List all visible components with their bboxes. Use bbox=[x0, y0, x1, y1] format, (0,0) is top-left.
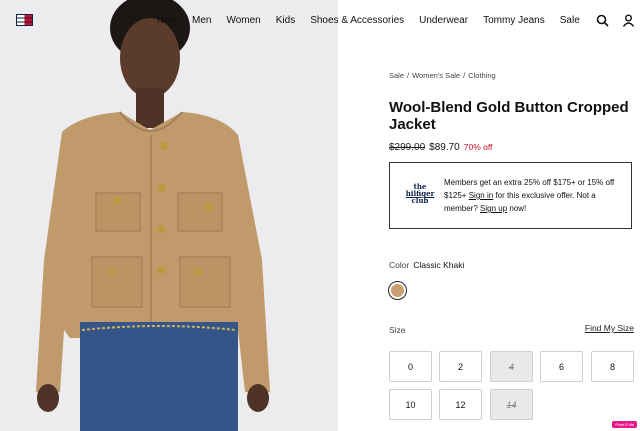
find-my-size-link[interactable]: Find My Size bbox=[585, 323, 634, 333]
size-label: Size bbox=[389, 325, 406, 335]
size-option-0[interactable]: 0 bbox=[389, 351, 432, 382]
promo-text: Members get an extra 25% off $175+ or 15… bbox=[444, 178, 615, 213]
main-nav: New Men Women Kids Shoes & Accessories U… bbox=[157, 15, 595, 26]
original-price: $299.00 bbox=[389, 142, 426, 153]
size-option-10[interactable]: 10 bbox=[389, 389, 432, 420]
tommy-flag-logo[interactable] bbox=[16, 14, 33, 26]
product-title: Wool-Blend Gold Button Cropped Jacket bbox=[389, 99, 629, 133]
product-image[interactable] bbox=[0, 0, 338, 431]
account-icon[interactable] bbox=[622, 14, 635, 27]
hilfiger-club-promo: the hilfiger club Members get an extra 2… bbox=[389, 162, 632, 229]
search-icon[interactable] bbox=[596, 14, 609, 27]
color-swatch-classic-khaki[interactable] bbox=[388, 281, 407, 300]
size-option-12[interactable]: 12 bbox=[439, 389, 482, 420]
size-option-8[interactable]: 8 bbox=[591, 351, 634, 382]
breadcrumb-clothing[interactable]: Clothing bbox=[468, 71, 496, 80]
sign-in-link[interactable]: Sign in bbox=[469, 191, 493, 200]
model-wearing-jacket-image bbox=[0, 0, 338, 431]
breadcrumb: Sale / Women's Sale / Clothing bbox=[389, 71, 496, 80]
nav-item-sale[interactable]: Sale bbox=[560, 15, 580, 26]
size-option-4-unavailable[interactable]: 4 bbox=[490, 351, 533, 382]
sign-up-link[interactable]: Sign up bbox=[480, 204, 507, 213]
hilfiger-club-logo: the hilfiger club bbox=[405, 182, 435, 205]
nav-item-kids[interactable]: Kids bbox=[276, 15, 295, 26]
site-header: New Men Women Kids Shoes & Accessories U… bbox=[0, 0, 640, 40]
nav-item-new[interactable]: New bbox=[157, 15, 177, 26]
color-selection-label: Color Classic Khaki bbox=[389, 260, 464, 270]
color-value: Classic Khaki bbox=[413, 260, 465, 270]
corner-badge: Point 5 life bbox=[612, 421, 637, 428]
nav-item-women[interactable]: Women bbox=[226, 15, 260, 26]
size-option-6[interactable]: 6 bbox=[540, 351, 583, 382]
breadcrumb-sale[interactable]: Sale bbox=[389, 71, 404, 80]
nav-item-tommy-jeans[interactable]: Tommy Jeans bbox=[483, 15, 545, 26]
color-label: Color bbox=[389, 260, 410, 270]
size-option-14-unavailable[interactable]: 14 bbox=[490, 389, 533, 420]
price-row: $299.00 $89.70 70% off bbox=[389, 142, 492, 153]
nav-item-shoes-accessories[interactable]: Shoes & Accessories bbox=[310, 15, 404, 26]
size-option-2[interactable]: 2 bbox=[439, 351, 482, 382]
swatch-fill bbox=[391, 284, 404, 297]
flag-logo-icon bbox=[16, 14, 33, 26]
nav-item-underwear[interactable]: Underwear bbox=[419, 15, 468, 26]
nav-item-men[interactable]: Men bbox=[192, 15, 211, 26]
breadcrumb-womens-sale[interactable]: Women's Sale bbox=[412, 71, 460, 80]
sale-price: $89.70 bbox=[429, 142, 460, 153]
discount-label: 70% off bbox=[463, 142, 493, 152]
